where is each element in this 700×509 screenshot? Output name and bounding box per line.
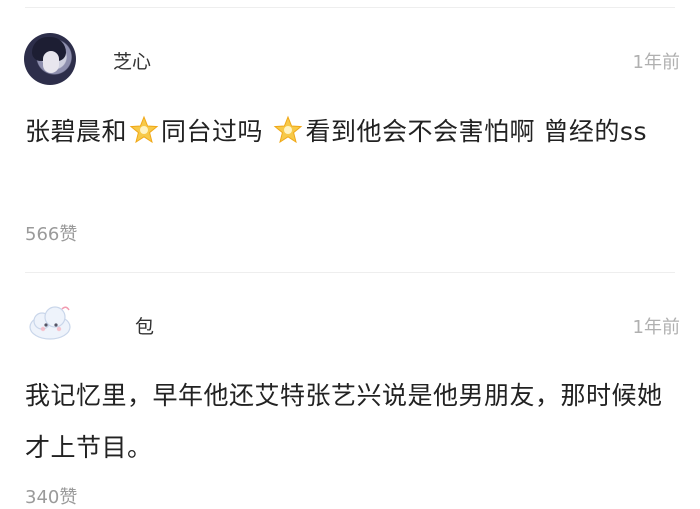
like-count[interactable]: 566赞	[25, 220, 77, 246]
username[interactable]: 包	[135, 312, 154, 339]
comment-time: 1年前	[632, 52, 680, 73]
comment-divider	[25, 272, 675, 273]
avatar-face	[43, 51, 59, 73]
star-emoji-icon	[129, 115, 159, 144]
cloud-cartoon-icon	[29, 306, 71, 340]
star-emoji-icon	[274, 115, 303, 144]
avatar[interactable]	[24, 33, 76, 85]
comment-text: 张碧晨和 同台过吗 看到他会不会害怕啊 曾经的ss	[25, 106, 685, 158]
comment-time: 1年前	[632, 317, 680, 338]
username[interactable]: 芝心	[113, 47, 151, 74]
comment-text-part: 张碧晨和	[25, 117, 128, 146]
like-count[interactable]: 340赞	[25, 483, 77, 509]
top-divider	[25, 7, 675, 8]
comment-text-part: 看到他会不会害怕啊 曾经的ss	[305, 117, 647, 146]
comment-text-part: 同台过吗	[161, 117, 264, 146]
comment-text: 我记忆里，早年他还艾特张艺兴说是他男朋友，那时候她才上节目。	[25, 381, 663, 462]
avatar[interactable]	[24, 297, 76, 349]
